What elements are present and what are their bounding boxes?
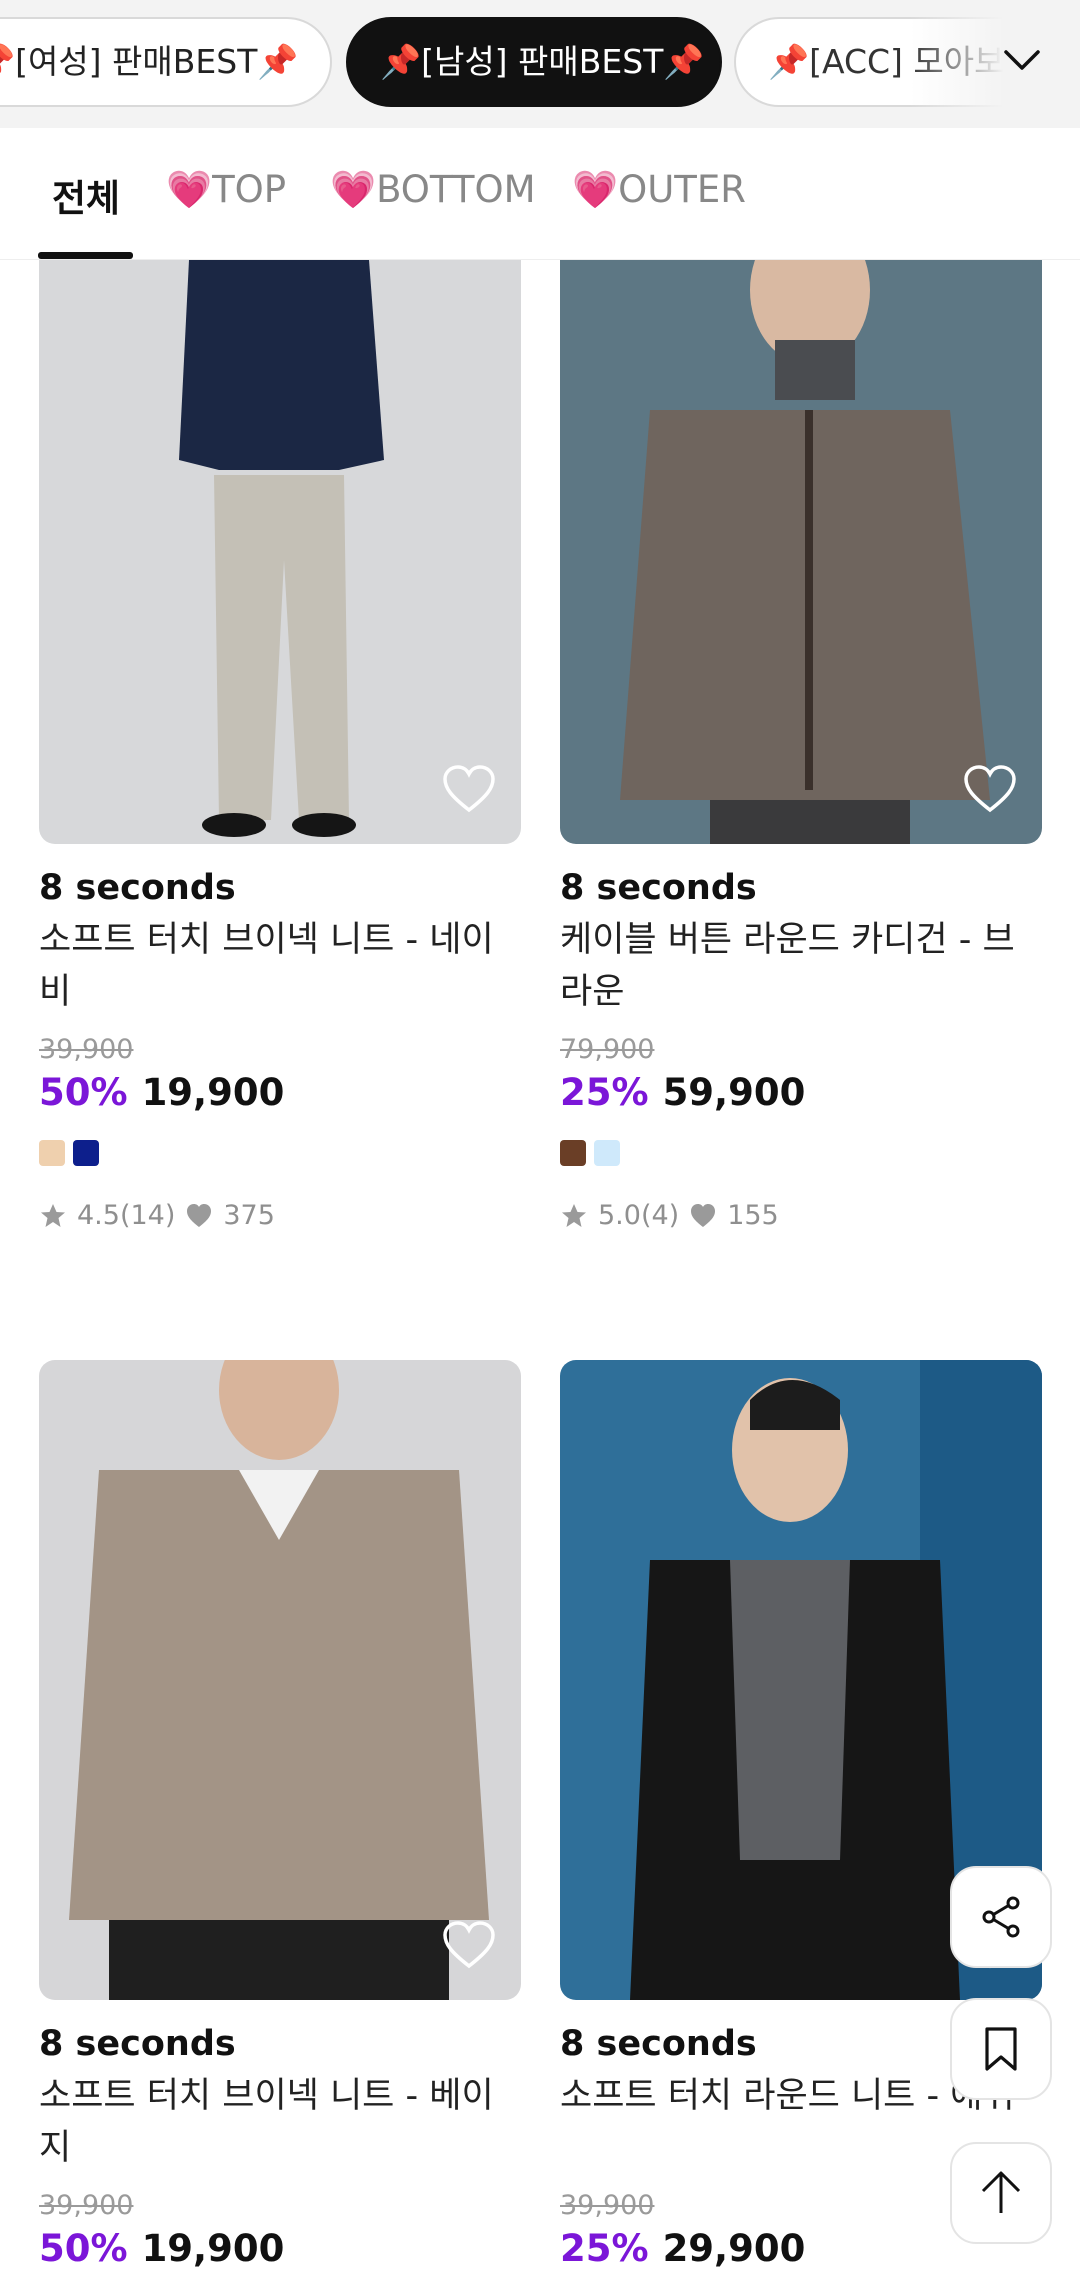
rating-text: 5.0(4)	[598, 1200, 680, 1231]
star-icon	[562, 1203, 586, 1227]
tab-all[interactable]: 전체	[52, 168, 120, 222]
product-image[interactable]	[560, 260, 1042, 844]
color-swatch	[39, 1140, 65, 1166]
arrow-up-icon	[981, 2171, 1021, 2213]
sale-price: 59,900	[662, 1071, 806, 1114]
review-meta: 4.5(14) 375	[39, 1200, 521, 1231]
tab-outer[interactable]: 💗OUTER	[572, 168, 746, 212]
price-row: 25% 59,900	[560, 1071, 1042, 1114]
color-swatches	[560, 1140, 1042, 1166]
discount-rate: 25%	[560, 1071, 649, 1114]
product-grid: 8 seconds 소프트 터치 브이넥 니트 - 네이비 39,900 50%…	[0, 260, 1080, 2284]
category-tabs: 전체 💗TOP 💗BOTTOM 💗OUTER	[0, 128, 1080, 260]
star-icon	[41, 1203, 65, 1227]
share-button[interactable]	[950, 1866, 1052, 1968]
color-swatch	[73, 1140, 99, 1166]
discount-rate: 25%	[560, 2227, 649, 2270]
product-card[interactable]: 8 seconds 케이블 버튼 라운드 카디건 - 브라운 79,900 25…	[560, 260, 1042, 1231]
price-row: 50% 19,900	[39, 1071, 521, 1114]
chip-women-best[interactable]: 📌[여성] 판매BEST📌	[0, 17, 332, 107]
like-count: 155	[727, 1200, 779, 1231]
discount-rate: 50%	[39, 1071, 128, 1114]
product-card[interactable]: 8 seconds 소프트 터치 브이넥 니트 - 네이비 39,900 50%…	[39, 260, 521, 1231]
tab-bottom[interactable]: 💗BOTTOM	[330, 168, 536, 212]
color-swatches	[39, 1140, 521, 1166]
product-image[interactable]	[39, 260, 521, 844]
heart-outline-icon[interactable]	[441, 764, 497, 814]
chevron-down-icon[interactable]	[1000, 38, 1044, 82]
sale-price: 19,900	[141, 1071, 285, 1114]
product-name[interactable]: 소프트 터치 브이넥 니트 - 베이지	[39, 2070, 521, 2176]
original-price: 39,900	[39, 1034, 134, 1065]
chip-men-best[interactable]: 📌[남성] 판매BEST📌	[346, 17, 722, 107]
price-row: 50% 19,900	[39, 2227, 521, 2270]
sale-price: 29,900	[662, 2227, 806, 2270]
review-meta: 5.0(4) 155	[560, 1200, 1042, 1231]
scroll-to-top-button[interactable]	[950, 2142, 1052, 2244]
product-brand: 8 seconds	[39, 868, 236, 908]
color-swatch	[560, 1140, 586, 1166]
product-name[interactable]: 소프트 터치 브이넥 니트 - 네이비	[39, 914, 521, 1020]
bookmark-icon	[985, 2027, 1017, 2071]
product-brand: 8 seconds	[39, 2024, 236, 2064]
tab-top[interactable]: 💗TOP	[166, 168, 286, 212]
discount-rate: 50%	[39, 2227, 128, 2270]
heart-outline-icon[interactable]	[962, 764, 1018, 814]
like-count: 375	[223, 1200, 275, 1231]
product-brand: 8 seconds	[560, 868, 757, 908]
heart-icon	[691, 1203, 716, 1227]
original-price: 79,900	[560, 1034, 655, 1065]
product-image[interactable]	[39, 1360, 521, 2000]
product-card[interactable]: 8 seconds 소프트 터치 라운드 니트 - 애쉬 39,900 25% 2…	[560, 1360, 1042, 2270]
bookmark-button[interactable]	[950, 1998, 1052, 2100]
tab-active-indicator	[38, 252, 133, 259]
rating-text: 4.5(14)	[77, 1200, 176, 1231]
share-icon	[982, 1896, 1020, 1938]
heart-outline-icon[interactable]	[441, 1920, 497, 1970]
original-price: 39,900	[39, 2190, 134, 2221]
product-card[interactable]: 8 seconds 소프트 터치 브이넥 니트 - 베이지 39,900 50%…	[39, 1360, 521, 2270]
collection-chip-bar: 📌[여성] 판매BEST📌 📌[남성] 판매BEST📌 📌[ACC] 모아보기📌	[0, 0, 1080, 128]
color-swatch	[594, 1140, 620, 1166]
chip-fade-overlay	[910, 0, 1080, 128]
product-name[interactable]: 케이블 버튼 라운드 카디건 - 브라운	[560, 914, 1042, 1020]
sale-price: 19,900	[141, 2227, 285, 2270]
heart-icon	[187, 1203, 212, 1227]
